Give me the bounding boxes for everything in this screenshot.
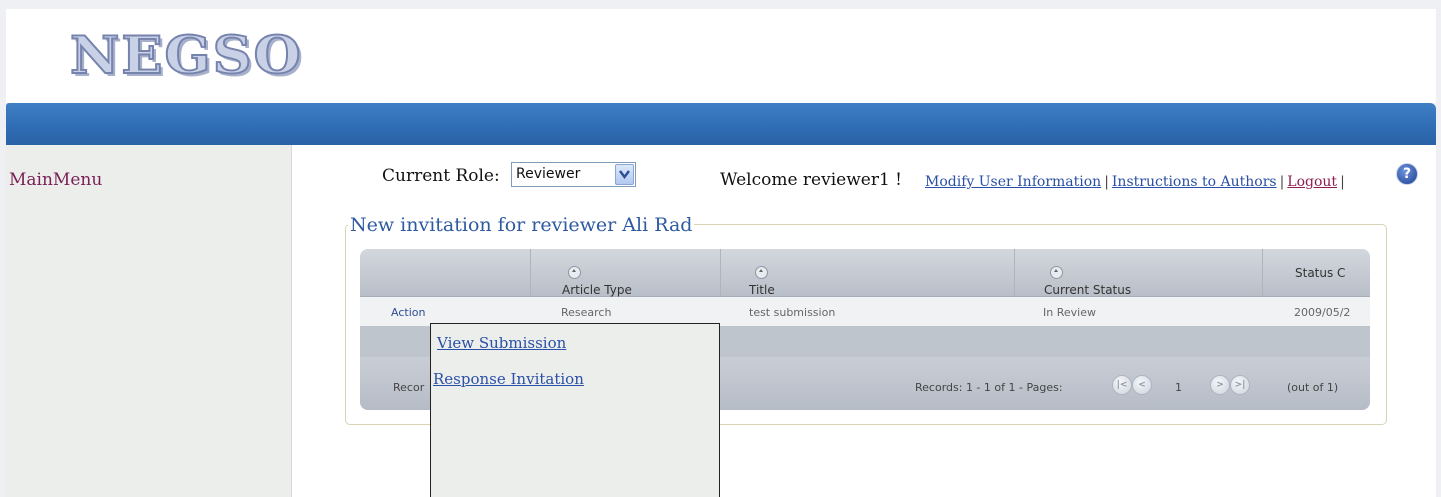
row-current-status: In Review <box>1043 306 1096 319</box>
row-status-date: 2009/05/2 <box>1294 306 1351 319</box>
row-action-link[interactable]: Action <box>391 306 425 319</box>
main-menu-link[interactable]: MainMenu <box>9 170 102 190</box>
menu-item-view-submission[interactable]: View Submission <box>437 334 566 352</box>
page: NEGSO MainMenu Current Role: Reviewer We… <box>0 0 1441 497</box>
instructions-to-authors-link[interactable]: Instructions to Authors <box>1112 174 1277 190</box>
logout-link[interactable]: Logout <box>1287 174 1337 190</box>
link-separator: | <box>1340 174 1345 190</box>
column-header-action <box>360 249 530 296</box>
column-header-title[interactable]: Title <box>720 249 1015 297</box>
chevron-down-icon[interactable] <box>615 164 634 185</box>
column-header-status-date[interactable]: Status C <box>1262 249 1370 296</box>
page-count: (out of 1) <box>1287 381 1339 394</box>
column-header-current-status[interactable]: Current Status <box>1014 249 1263 297</box>
column-header-article-type[interactable]: Article Type <box>530 249 721 297</box>
header: NEGSO <box>6 9 1436 103</box>
menu-item-response-invitation[interactable]: Response Invitation <box>433 370 584 388</box>
column-header-label: Current Status <box>1044 283 1132 297</box>
header-bar <box>6 103 1436 145</box>
first-page-icon[interactable]: |< <box>1112 375 1132 395</box>
current-role-value: Reviewer <box>516 166 581 182</box>
current-role-select[interactable]: Reviewer <box>511 162 636 187</box>
footer-left-text: Recor <box>393 381 425 394</box>
grid-header: Article Type Title Current Status Status… <box>360 249 1370 297</box>
table-row[interactable]: Action Research test submission In Revie… <box>360 297 1370 326</box>
sidebar: MainMenu <box>6 145 292 497</box>
previous-page-icon[interactable]: < <box>1132 375 1152 395</box>
row-title: test submission <box>749 306 836 319</box>
modify-user-information-link[interactable]: Modify User Information <box>925 174 1101 190</box>
sort-icon[interactable] <box>568 266 581 279</box>
welcome-text: Welcome reviewer1 ! <box>720 170 903 190</box>
link-separator: | <box>1104 174 1109 190</box>
sort-icon[interactable] <box>1050 266 1063 279</box>
next-page-icon[interactable]: > <box>1210 375 1230 395</box>
records-summary: Records: 1 - 1 of 1 - Pages: <box>915 381 1063 394</box>
column-header-label: Article Type <box>562 283 632 297</box>
row-article-type: Research <box>561 306 612 319</box>
current-role-label: Current Role: <box>382 166 500 186</box>
user-links: Modify User Information | Instructions to … <box>925 174 1348 190</box>
current-page-number: 1 <box>1175 381 1182 394</box>
link-separator: | <box>1279 174 1285 190</box>
column-header-label: Status C <box>1295 266 1346 280</box>
invitation-legend: New invitation for reviewer Ali Rad <box>348 214 695 236</box>
site-logo: NEGSO <box>69 24 303 87</box>
column-header-label: Title <box>749 283 775 297</box>
sort-icon[interactable] <box>755 266 768 279</box>
help-icon[interactable]: ? <box>1396 163 1418 185</box>
last-page-icon[interactable]: >| <box>1230 375 1250 395</box>
action-menu: View Submission Response Invitation <box>430 323 720 497</box>
